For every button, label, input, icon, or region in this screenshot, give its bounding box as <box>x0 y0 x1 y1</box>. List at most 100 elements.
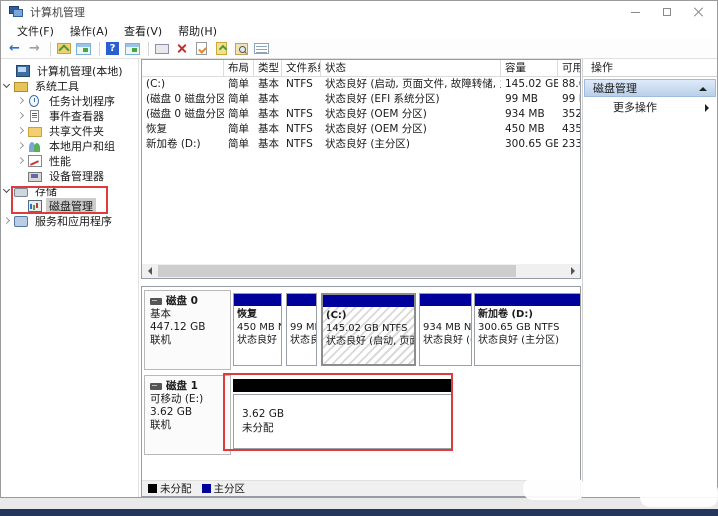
local-users-icon <box>28 140 42 152</box>
event-viewer-icon <box>28 110 42 122</box>
disk-0-partitions: 恢复 450 MB N 状态良好 99 MB 状态良 <box>233 290 578 370</box>
disk-0-row: 磁盘 0 基本 447.12 GB 联机 恢复 450 MB N 状态良好 <box>144 290 578 370</box>
volume-row-d[interactable]: 新加卷 (D:) 简单 基本 NTFS 状态良好 (主分区) 300.65 GB… <box>142 137 580 152</box>
shared-folders-icon <box>28 125 42 137</box>
partition-color-bar <box>287 294 316 306</box>
details-view-icon[interactable] <box>253 41 270 57</box>
console-tree: 计算机管理(本地) 系统工具 任务计划程序 事件查看器 共享文件夹 本地用户和组… <box>1 59 139 497</box>
menu-file[interactable]: 文件(F) <box>9 23 62 39</box>
chevron-right-icon[interactable] <box>15 110 27 122</box>
disk-1-label[interactable]: 磁盘 1 可移动 (E:) 3.62 GB 联机 <box>144 375 231 455</box>
menu-help[interactable]: 帮助(H) <box>170 23 225 39</box>
maximize-icon <box>663 8 671 16</box>
scroll-right-icon <box>571 267 579 275</box>
legend-bar: 未分配 主分区 <box>142 480 580 496</box>
tree-item-local-users[interactable]: 本地用户和组 <box>1 138 138 153</box>
partition-color-bar <box>234 294 281 306</box>
volume-row-partition2[interactable]: (磁盘 0 磁盘分区 2) 简单 基本 状态良好 (EFI 系统分区) 99 M… <box>142 92 580 107</box>
actions-title: 操作 <box>583 59 717 77</box>
minimize-button[interactable] <box>619 1 651 23</box>
system-tools-icon <box>14 80 28 92</box>
submenu-arrow-icon <box>705 104 709 112</box>
partition-efi[interactable]: 99 MB 状态良 <box>286 293 317 366</box>
bottom-navy-strip <box>0 509 718 516</box>
volume-row-partition5[interactable]: (磁盘 0 磁盘分区 5) 简单 基本 NTFS 状态良好 (OEM 分区) 9… <box>142 107 580 122</box>
partition-color-bar <box>323 295 414 307</box>
col-filesystem[interactable]: 文件系统 <box>282 60 321 77</box>
toolbar-separator <box>99 42 100 56</box>
col-type[interactable]: 类型 <box>254 60 282 77</box>
scroll-left-button[interactable] <box>142 264 156 278</box>
scroll-right-button[interactable] <box>566 264 580 278</box>
tree-item-task-scheduler[interactable]: 任务计划程序 <box>1 93 138 108</box>
tree-item-device-manager[interactable]: 设备管理器 <box>1 168 138 183</box>
help-icon[interactable]: ? <box>104 41 121 57</box>
collapse-icon[interactable] <box>699 87 707 91</box>
chevron-down-icon[interactable] <box>1 80 13 92</box>
disk-icon <box>150 298 162 305</box>
bottom-gray-strip <box>0 498 718 509</box>
col-free[interactable]: 可用空 <box>558 60 581 77</box>
services-icon <box>14 215 28 227</box>
toolbar-separator <box>148 42 149 56</box>
computer-management-window: 计算机管理 文件(F) 操作(A) 查看(V) 帮助(H) ← → ? <box>0 0 718 498</box>
legend-primary: 主分区 <box>202 481 246 496</box>
horizontal-scrollbar[interactable] <box>142 264 580 278</box>
new-note-icon[interactable] <box>213 41 230 57</box>
col-layout[interactable]: 布局 <box>224 60 254 77</box>
actions-section-disk-management[interactable]: 磁盘管理 <box>584 79 716 97</box>
tree-item-services[interactable]: 服务和应用程序 <box>1 213 138 228</box>
chevron-right-icon[interactable] <box>15 140 27 152</box>
partition-d[interactable]: 新加卷 (D:) 300.65 GB NTFS 状态良好 (主分区) <box>474 293 581 366</box>
partition-recovery[interactable]: 恢复 450 MB N 状态良好 <box>233 293 282 366</box>
actions-panel: 操作 磁盘管理 更多操作 <box>582 59 717 497</box>
performance-icon <box>28 155 42 167</box>
legend-swatch-unallocated <box>148 484 157 493</box>
close-button[interactable] <box>683 1 715 23</box>
scrollbar-thumb[interactable] <box>158 265 516 277</box>
legend-unallocated: 未分配 <box>148 481 192 496</box>
maximize-button[interactable] <box>651 1 683 23</box>
col-status[interactable]: 状态 <box>321 60 501 77</box>
show-console-tree-icon[interactable] <box>55 41 72 57</box>
partition-c[interactable]: (C:) 145.02 GB NTFS 状态良好 (启动, 页面文 <box>321 293 416 366</box>
chevron-right-icon[interactable] <box>15 95 27 107</box>
tree-item-shared-folders[interactable]: 共享文件夹 <box>1 123 138 138</box>
partition-color-bar <box>420 294 471 306</box>
console-window-icon[interactable] <box>75 41 92 57</box>
menu-view[interactable]: 查看(V) <box>116 23 170 39</box>
delete-icon[interactable] <box>173 41 190 57</box>
computer-icon <box>16 65 30 77</box>
back-icon[interactable]: ← <box>6 41 23 57</box>
title-bar: 计算机管理 <box>1 1 717 23</box>
task-scheduler-icon <box>28 95 42 107</box>
toolbar-separator <box>50 42 51 56</box>
dialog-icon[interactable] <box>153 41 170 57</box>
tree-item-performance[interactable]: 性能 <box>1 153 138 168</box>
properties-check-icon[interactable] <box>193 41 210 57</box>
chevron-right-icon[interactable] <box>1 215 13 227</box>
chevron-right-icon[interactable] <box>15 125 27 137</box>
search-folder-icon[interactable] <box>233 41 250 57</box>
partition-oem[interactable]: 934 MB N 状态良好 (C <box>419 293 472 366</box>
annotation-box-unallocated <box>223 373 453 451</box>
scroll-left-icon <box>144 267 152 275</box>
disk-0-label[interactable]: 磁盘 0 基本 447.12 GB 联机 <box>144 290 231 370</box>
col-volume[interactable] <box>142 60 224 77</box>
tree-item-computer-management[interactable]: 计算机管理(本地) <box>1 63 138 78</box>
app-icon <box>9 6 23 18</box>
volume-row-c[interactable]: (C:) 简单 基本 NTFS 状态良好 (启动, 页面文件, 故障转储, 主分… <box>142 77 580 92</box>
more-actions-item[interactable]: 更多操作 <box>583 100 717 116</box>
tree-item-system-tools[interactable]: 系统工具 <box>1 78 138 93</box>
legend-swatch-primary <box>202 484 211 493</box>
forward-icon[interactable]: → <box>26 41 43 57</box>
toolbar: ← → ? <box>1 39 717 59</box>
tree-item-event-viewer[interactable]: 事件查看器 <box>1 108 138 123</box>
chevron-right-icon[interactable] <box>15 155 27 167</box>
col-capacity[interactable]: 容量 <box>501 60 558 77</box>
menu-action[interactable]: 操作(A) <box>62 23 116 39</box>
annotation-box-disk-management <box>11 186 108 214</box>
volume-row-recovery[interactable]: 恢复 简单 基本 NTFS 状态良好 (OEM 分区) 450 MB 435 <box>142 122 580 137</box>
minimize-icon <box>631 12 640 13</box>
console-window-icon[interactable] <box>124 41 141 57</box>
